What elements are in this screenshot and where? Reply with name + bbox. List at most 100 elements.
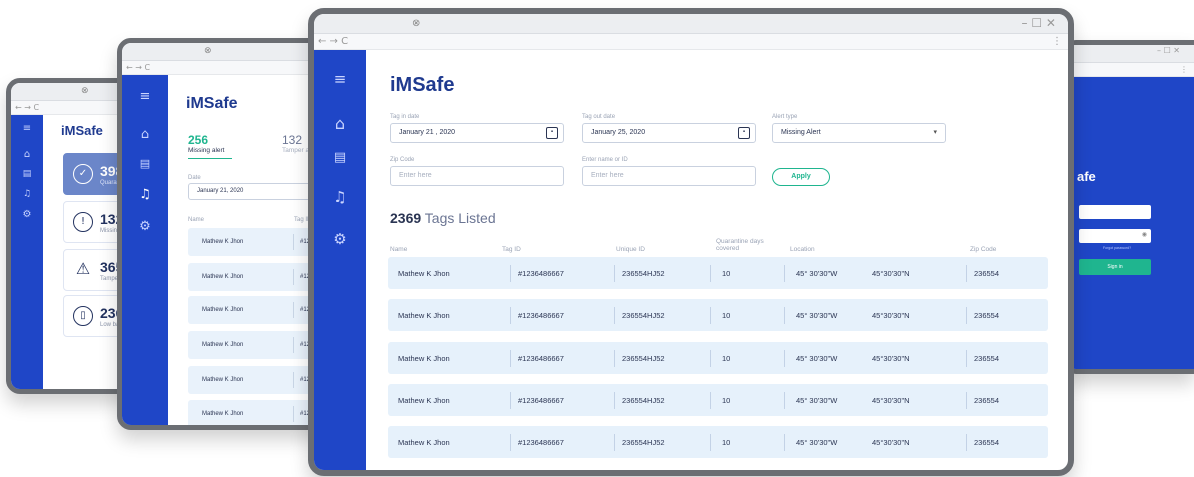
brand-logo: afe: [1077, 169, 1096, 184]
nav-controls[interactable]: ← → C: [126, 63, 150, 72]
tab-count: 256: [188, 133, 209, 147]
cell-name: Mathew K Jhon: [398, 438, 450, 447]
zip-code-input[interactable]: Enter here: [390, 166, 564, 186]
menu-kebab-icon[interactable]: ⋮: [1180, 63, 1188, 76]
divider: [614, 265, 615, 282]
divider: [710, 265, 711, 282]
cell-unique-id: 236554HJ52: [622, 396, 665, 405]
window-controls[interactable]: – ☐ ✕: [1157, 46, 1180, 55]
tab-missing-alert[interactable]: 256 Missing alert: [188, 133, 232, 159]
table-row[interactable]: Mathew K Jhon #1236486667 236554HJ52 10 …: [388, 384, 1048, 416]
cell-unique-id: 236554HJ52: [622, 269, 665, 278]
menu-kebab-icon[interactable]: ⋮: [1052, 34, 1062, 49]
title-bar: ⊗ – ☐ ✕: [314, 14, 1068, 34]
tag-out-value: January 25, 2020: [591, 129, 646, 136]
divider: [784, 307, 785, 324]
mockup-stage: ⊗ ← → C ≡ ⌂ ▤ ♫ ⚙ iMSafe ✓ 3985 Quaranti…: [0, 0, 1194, 477]
document-icon[interactable]: ▤: [314, 150, 366, 165]
nav-bar: ⋮: [1067, 63, 1194, 77]
brand-logo: iMSafe: [390, 74, 455, 96]
cell-zip: 236554: [974, 438, 1000, 447]
cell-tag-id: #1236486667: [518, 311, 564, 320]
tags-window: ⊗ – ☐ ✕ ← → C ⋮ ≡ ⌂ ▤ ♫ ⚙ iMSafe Tag in …: [308, 8, 1074, 476]
column-header-location: Location: [790, 246, 815, 253]
close-tab-icon[interactable]: ⊗: [412, 18, 420, 29]
cell-tag-id: #1236486667: [518, 269, 564, 278]
divider: [966, 265, 967, 282]
username-input[interactable]: [1079, 205, 1151, 219]
divider: [966, 307, 967, 324]
divider: [710, 350, 711, 367]
divider: [784, 350, 785, 367]
tag-out-label: Tag out date: [582, 114, 616, 120]
forgot-password-link[interactable]: Forgot password?: [1103, 246, 1131, 250]
home-icon[interactable]: ⌂: [122, 127, 168, 142]
cell-name: Mathew K Jhon: [202, 307, 244, 313]
settings-icon[interactable]: ⚙: [11, 209, 43, 220]
table-row[interactable]: Mathew K Jhon #1236486667 236554HJ52 10 …: [388, 426, 1048, 458]
divider: [784, 434, 785, 451]
cell-name: Mathew K Jhon: [202, 274, 244, 280]
bell-icon[interactable]: ♫: [314, 188, 366, 206]
table-row[interactable]: Mathew K Jhon #1236486667 236554HJ52 10 …: [388, 299, 1048, 331]
close-tab-icon[interactable]: ⊗: [204, 46, 212, 56]
alert-type-select[interactable]: Missing Alert ▾: [772, 123, 946, 143]
divider: [293, 269, 294, 285]
column-header-quarantine: Quarantine days covered: [716, 238, 764, 252]
password-input[interactable]: ◉: [1079, 229, 1151, 243]
calendar-icon[interactable]: ▪: [546, 127, 558, 139]
home-icon[interactable]: ⌂: [11, 149, 43, 160]
tag-out-date-field[interactable]: January 25, 2020 ▪: [582, 123, 756, 143]
sign-in-button[interactable]: Sign in: [1079, 259, 1151, 275]
divider: [293, 406, 294, 422]
divider: [710, 392, 711, 409]
divider: [293, 234, 294, 250]
table-row[interactable]: Mathew K Jhon #1236486667 236554HJ52 10 …: [388, 257, 1048, 289]
cell-name: Mathew K Jhon: [398, 396, 450, 405]
warning-icon: ⚠: [75, 259, 91, 278]
nav-controls[interactable]: ← → C: [318, 36, 348, 47]
nav-controls[interactable]: ← → C: [15, 103, 39, 112]
cell-longitude: 45° 30'30"W: [796, 438, 838, 447]
tab-label: Missing alert: [188, 147, 225, 154]
cell-latitude: 45°30'30"N: [872, 269, 910, 278]
divider: [614, 350, 615, 367]
bell-icon[interactable]: ♫: [122, 187, 168, 202]
cell-name: Mathew K Jhon: [202, 239, 244, 245]
battery-icon: ▯: [73, 306, 93, 326]
document-icon[interactable]: ▤: [122, 157, 168, 170]
divider: [293, 372, 294, 388]
bell-icon[interactable]: ♫: [11, 189, 43, 199]
cell-tag-id: #1236486667: [518, 354, 564, 363]
tag-in-date-field[interactable]: January 21 , 2020 ▪: [390, 123, 564, 143]
menu-icon[interactable]: ≡: [314, 70, 366, 88]
cell-unique-id: 236554HJ52: [622, 354, 665, 363]
column-header-tag-id: Tag ID: [502, 246, 521, 253]
settings-icon[interactable]: ⚙: [122, 219, 168, 234]
cell-unique-id: 236554HJ52: [622, 438, 665, 447]
cell-name: Mathew K Jhon: [398, 354, 450, 363]
apply-button[interactable]: Apply: [772, 168, 830, 186]
cell-latitude: 45°30'30"N: [872, 438, 910, 447]
settings-icon[interactable]: ⚙: [314, 230, 366, 248]
eye-icon[interactable]: ◉: [1142, 231, 1147, 238]
home-icon[interactable]: ⌂: [314, 114, 366, 133]
zip-code-label: Zip Code: [390, 157, 415, 163]
tags-count-heading: 2369 Tags Listed: [390, 210, 496, 226]
calendar-icon[interactable]: ▪: [738, 127, 750, 139]
divider: [614, 307, 615, 324]
title-bar: – ☐ ✕: [1067, 45, 1194, 63]
close-tab-icon[interactable]: ⊗: [81, 86, 89, 96]
table-row[interactable]: Mathew K Jhon #1236486667 236554HJ52 10 …: [388, 342, 1048, 374]
menu-icon[interactable]: ≡: [11, 123, 43, 134]
window-controls[interactable]: – ☐ ✕: [1022, 16, 1056, 30]
name-id-input[interactable]: Enter here: [582, 166, 756, 186]
divider: [784, 265, 785, 282]
divider: [614, 434, 615, 451]
column-header-name: Name: [390, 246, 408, 253]
cell-zip: 236554: [974, 311, 1000, 320]
divider: [710, 307, 711, 324]
menu-icon[interactable]: ≡: [122, 89, 168, 104]
document-icon[interactable]: ▤: [11, 169, 43, 179]
cell-longitude: 45° 30'30"W: [796, 269, 838, 278]
